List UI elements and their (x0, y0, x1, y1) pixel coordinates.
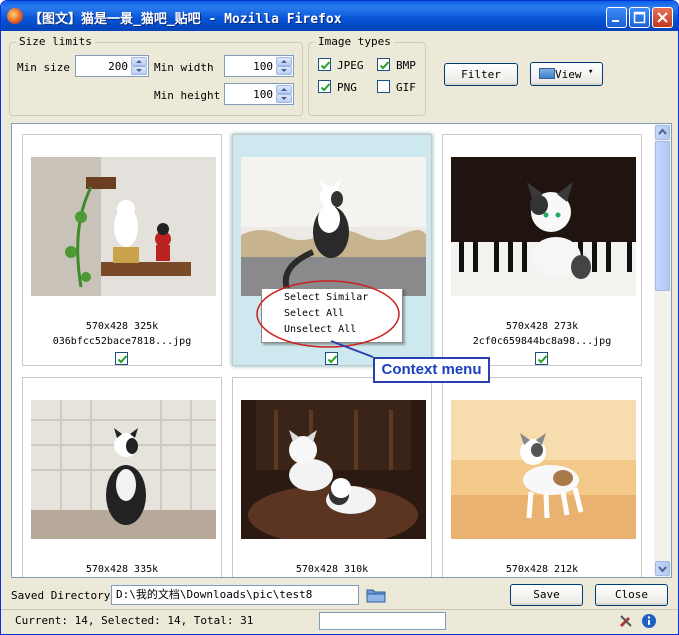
image-select-checkbox[interactable] (535, 352, 548, 365)
close-icon (657, 12, 668, 23)
min-width-label: Min width (154, 61, 214, 74)
menu-item-select-similar[interactable]: Select Similar (284, 292, 368, 303)
image-types-group: Image types (308, 35, 426, 116)
menu-item-select-all[interactable]: Select All (284, 308, 344, 319)
image-card[interactable]: 570x428 212k (442, 377, 642, 577)
progress-bar (319, 612, 446, 630)
gif-label: GIF (396, 81, 416, 94)
close-window-button[interactable] (652, 7, 673, 28)
view-button[interactable]: View ▾ (530, 62, 603, 86)
scroll-down-button[interactable] (655, 561, 670, 576)
checkmark-icon (117, 355, 128, 364)
size-limits-legend: Size limits (16, 35, 95, 48)
image-types-legend: Image types (315, 35, 394, 48)
view-label: View (555, 68, 582, 81)
min-width-value[interactable]: 100 (253, 60, 273, 73)
title-bar: 【图文】猫是一景_猫吧_贴吧 - Mozilla Firefox (1, 1, 678, 31)
spin-down-icon[interactable] (276, 94, 292, 103)
spin-down-icon[interactable] (131, 66, 147, 75)
image-dimensions: 570x428 325k (85, 321, 159, 332)
cat-curtain-image (241, 157, 426, 296)
image-dimensions: 570x428 335k (85, 564, 159, 575)
image-card[interactable]: 570x428 310k (232, 377, 432, 577)
info-icon[interactable] (641, 613, 657, 629)
checkmark-icon (320, 83, 331, 92)
cat-walking-image (451, 400, 636, 539)
cat-toys-shelf-image (31, 157, 216, 296)
cats-chair-image (241, 400, 426, 539)
scroll-up-icon (658, 128, 667, 135)
image-view-icon (539, 68, 555, 79)
folder-icon[interactable] (366, 586, 386, 604)
min-size-value[interactable]: 200 (108, 60, 128, 73)
min-height-value[interactable]: 100 (253, 88, 273, 101)
image-select-checkbox[interactable] (325, 352, 338, 365)
maximize-button[interactable] (629, 7, 650, 28)
min-width-spinner[interactable]: 100 (224, 55, 294, 77)
scroll-down-icon (658, 566, 667, 573)
image-card[interactable]: 570x428 273k 2cf0c659844bc8a98...jpg (442, 134, 642, 366)
tools-icon[interactable] (618, 613, 634, 629)
image-filename: 036bfcc52bace7818...jpg (52, 336, 192, 347)
min-height-spinner[interactable]: 100 (224, 83, 294, 105)
spin-up-icon[interactable] (131, 57, 147, 66)
min-size-spinner[interactable]: 200 (75, 55, 149, 77)
filter-button[interactable]: Filter (444, 63, 518, 86)
status-bar: Current: 14, Selected: 14, Total: 31 (1, 609, 678, 634)
jpeg-label: JPEG (337, 59, 364, 72)
png-label: PNG (337, 81, 357, 94)
min-height-label: Min height (154, 89, 221, 102)
cat-piano-image (451, 157, 636, 296)
checkmark-icon (379, 61, 390, 70)
dropdown-arrow-icon: ▾ (588, 67, 594, 77)
minimize-icon (612, 20, 619, 22)
jpeg-checkbox[interactable] (318, 58, 331, 71)
image-card[interactable]: 570x428 335k (22, 377, 222, 577)
image-downloader-window: 【图文】猫是一景_猫吧_贴吧 - Mozilla Firefox Size li… (0, 0, 679, 635)
context-menu: Select Similar Select All Unselect All (261, 288, 403, 343)
status-text: Current: 14, Selected: 14, Total: 31 (15, 614, 254, 627)
spin-down-icon[interactable] (276, 66, 292, 75)
scroll-up-button[interactable] (655, 125, 670, 140)
image-card[interactable]: 570x428 325k 036bfcc52bace7818...jpg (22, 134, 222, 366)
image-select-checkbox[interactable] (115, 352, 128, 365)
min-size-label: Min size (17, 61, 70, 74)
spin-up-icon[interactable] (276, 57, 292, 66)
firefox-icon (7, 8, 23, 24)
png-checkbox[interactable] (318, 80, 331, 93)
maximize-icon (633, 11, 646, 24)
checkmark-icon (537, 355, 548, 364)
bmp-label: BMP (396, 59, 416, 72)
cat-window-image (31, 400, 216, 539)
saved-directory-input[interactable]: D:\我的文档\Downloads\pic\test8 (111, 585, 359, 605)
image-dimensions: 570x428 212k (505, 564, 579, 575)
checkmark-icon (320, 61, 331, 70)
save-button[interactable]: Save (510, 584, 583, 606)
image-gallery[interactable]: 570x428 325k 036bfcc52bace7818...jpg 570… (11, 123, 672, 578)
bmp-checkbox[interactable] (377, 58, 390, 71)
saved-directory-label: Saved Directory (11, 589, 111, 602)
image-filename: 2cf0c659844bc8a98...jpg (472, 336, 612, 347)
scrollbar-thumb[interactable] (655, 141, 670, 291)
minimize-button[interactable] (606, 7, 627, 28)
menu-item-unselect-all[interactable]: Unselect All (284, 324, 356, 335)
checkmark-icon (327, 355, 338, 364)
spin-up-icon[interactable] (276, 85, 292, 94)
image-dimensions: 570x428 310k (295, 564, 369, 575)
window-title: 【图文】猫是一景_猫吧_贴吧 - Mozilla Firefox (29, 12, 342, 27)
image-dimensions: 570x428 273k (505, 321, 579, 332)
gif-checkbox[interactable] (377, 80, 390, 93)
vertical-scrollbar[interactable] (654, 124, 671, 577)
callout-label: Context menu (373, 357, 490, 383)
close-button[interactable]: Close (595, 584, 668, 606)
